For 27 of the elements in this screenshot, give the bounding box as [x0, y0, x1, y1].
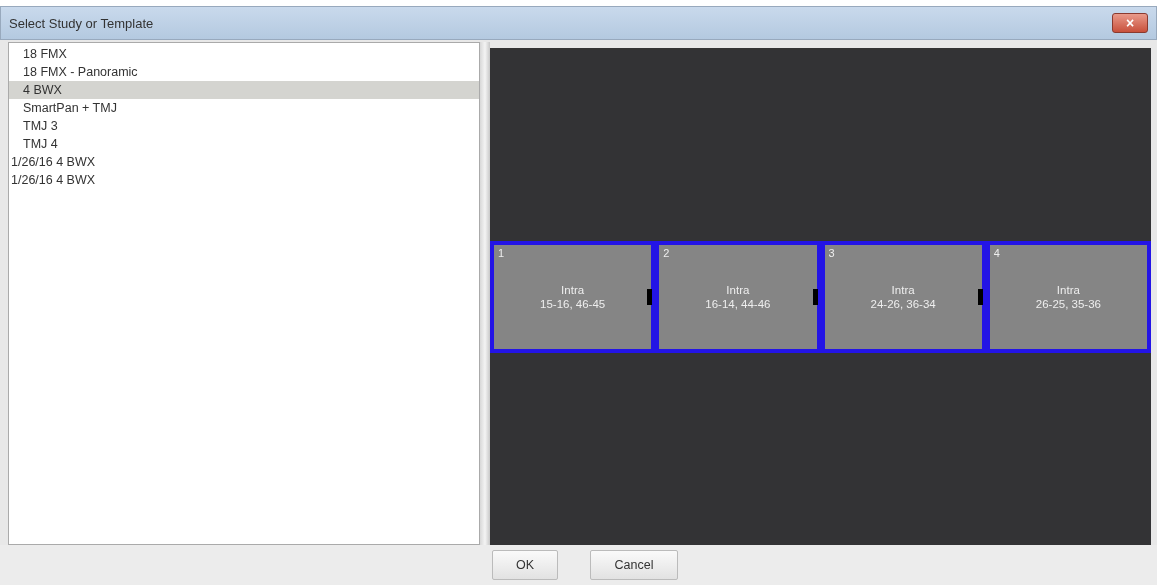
list-item[interactable]: 18 FMX — [9, 45, 479, 63]
slot-number: 4 — [993, 246, 1000, 259]
slot-teeth: 26-25, 35-36 — [1035, 296, 1101, 311]
splitter[interactable] — [480, 42, 490, 545]
slot-number: 1 — [498, 246, 505, 259]
slot-type: Intra — [1056, 282, 1080, 297]
slot-type: Intra — [891, 282, 915, 297]
slot-number: 3 — [828, 246, 835, 259]
list-item[interactable]: TMJ 3 — [9, 117, 479, 135]
list-item[interactable]: 1/26/16 4 BWX — [9, 171, 479, 189]
connector-mark — [812, 288, 818, 305]
ok-button[interactable]: OK — [492, 550, 558, 580]
slot-number: 2 — [663, 246, 670, 259]
cancel-button[interactable]: Cancel — [590, 550, 678, 580]
list-item[interactable]: 18 FMX - Panoramic — [9, 63, 479, 81]
window-title: Select Study or Template — [9, 15, 154, 31]
slot-type: Intra — [726, 282, 750, 297]
connector-mark — [647, 288, 653, 305]
connector-mark — [977, 288, 983, 305]
list-item[interactable]: 1/26/16 4 BWX — [9, 153, 479, 171]
slot-teeth: 15-16, 46-45 — [540, 296, 606, 311]
slot-type: Intra — [561, 282, 585, 297]
list-item[interactable]: TMJ 4 — [9, 135, 479, 153]
slot-teeth: 16-14, 44-46 — [705, 296, 771, 311]
list-item[interactable]: 4 BWX — [9, 81, 479, 99]
list-item[interactable]: SmartPan + TMJ — [9, 99, 479, 117]
slot-teeth: 24-26, 36-34 — [870, 296, 936, 311]
